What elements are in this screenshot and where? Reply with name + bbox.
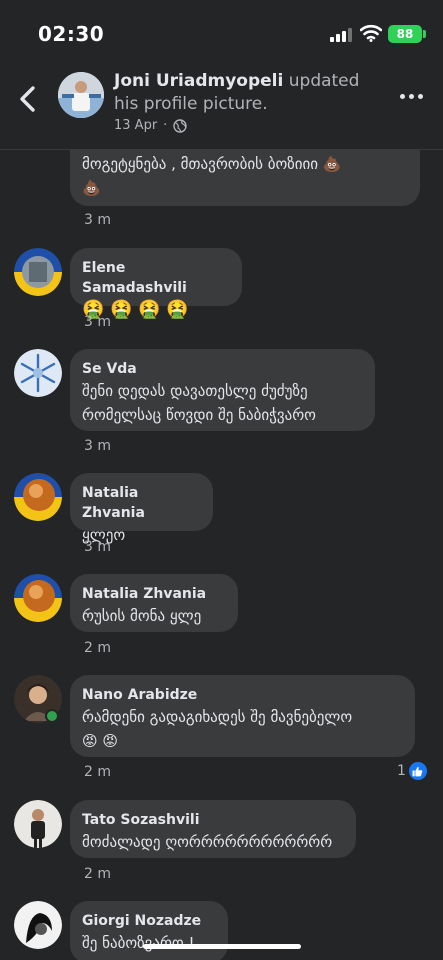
comment-time[interactable]: 3 m xyxy=(84,314,111,330)
thumbs-up-icon xyxy=(408,762,427,780)
comment-time[interactable]: 3 m xyxy=(84,539,111,555)
comment-author[interactable]: Se Vda xyxy=(82,359,363,379)
online-status-indicator xyxy=(45,709,59,723)
comment-bubble[interactable]: Natalia Zhvania ყლეო xyxy=(70,473,213,544)
status-time: 02:30 xyxy=(38,22,105,46)
comment-author[interactable]: Natalia Zhvania xyxy=(82,584,226,604)
comment-bubble[interactable]: Natalia Zhvania რუსის მონა ყლე xyxy=(70,574,238,632)
commenter-avatar[interactable] xyxy=(14,800,62,848)
dot-icon xyxy=(418,93,423,99)
reaction-number: 1 xyxy=(397,763,406,779)
comment-time[interactable]: 3 m xyxy=(84,212,111,228)
comment-text: შე ნაბოზვარო ! xyxy=(82,934,195,952)
cellular-signal-icon xyxy=(330,28,352,42)
comment-author[interactable]: Elene Samadashvili xyxy=(82,258,230,298)
comment-time[interactable]: 2 m xyxy=(84,764,111,780)
commenter-avatar[interactable] xyxy=(14,349,62,397)
home-indicator[interactable] xyxy=(143,944,301,949)
wifi-icon xyxy=(360,24,382,42)
reaction-count[interactable]: 1 xyxy=(397,762,427,780)
post-title: Joni Uriadmyopeli updated his profile pi… xyxy=(114,70,384,116)
comment-bubble[interactable]: Giorgi Nozadze შე ნაბოზვარო ! xyxy=(70,901,228,960)
comment-text: მოგეტყნება , მთავრობის ბოზიიი 💩 💩 xyxy=(82,155,342,197)
battery-level: 88 xyxy=(396,27,414,41)
comment-time[interactable]: 2 m xyxy=(84,640,111,656)
globe-icon xyxy=(173,118,188,133)
comment-time[interactable]: 2 m xyxy=(84,866,111,882)
commenter-avatar[interactable] xyxy=(14,248,62,296)
battery-icon: 88 xyxy=(388,25,426,43)
comment-text: შენი დედას დავათესლე ძუძუზე რომელსაც წოვ… xyxy=(82,382,316,424)
comment-bubble[interactable]: Elene Samadashvili 🤮 🤮 🤮 🤮 xyxy=(70,248,242,320)
comment-bubble[interactable]: Se Vda შენი დედას დავათესლე ძუძუზე რომელ… xyxy=(70,349,375,431)
post-date: 13 Apr xyxy=(114,118,158,133)
post-header: Joni Uriadmyopeli updated his profile pi… xyxy=(0,64,443,150)
commenter-avatar[interactable] xyxy=(14,574,62,622)
commenter-avatar[interactable] xyxy=(14,473,62,521)
profile-avatar[interactable] xyxy=(58,72,104,118)
comment-bubble[interactable]: Nano Arabidze რამდენი გადაგიხადეს შე მავ… xyxy=(70,675,415,757)
comment-text: რუსის მონა ყლე xyxy=(82,607,202,625)
status-bar: 02:30 88 xyxy=(0,0,443,64)
comment-author[interactable]: Nano Arabidze xyxy=(82,685,403,705)
commenter-avatar[interactable] xyxy=(14,901,62,949)
post-author-name[interactable]: Joni Uriadmyopeli xyxy=(114,71,283,91)
post-meta: 13 Apr · xyxy=(114,118,188,133)
meta-separator: · xyxy=(163,118,168,133)
back-button[interactable] xyxy=(14,82,42,116)
dot-icon xyxy=(400,93,405,99)
comment-author[interactable]: Tato Sozashvili xyxy=(82,810,344,830)
comment-text: მოძალადე ღორრრრრრრრრრრრ xyxy=(82,833,333,851)
comment-time[interactable]: 3 m xyxy=(84,438,111,454)
comment-text: რამდენი გადაგიხადეს შე მავნებელო 😡 😡 xyxy=(82,708,353,750)
dot-icon xyxy=(409,93,414,99)
comment-author[interactable]: Natalia Zhvania xyxy=(82,483,201,523)
comment-bubble[interactable]: Tato Sozashvili მოძალადე ღორრრრრრრრრრრრ xyxy=(70,800,356,858)
comment-author[interactable]: Giorgi Nozadze xyxy=(82,911,216,931)
more-options-button[interactable] xyxy=(400,88,428,104)
